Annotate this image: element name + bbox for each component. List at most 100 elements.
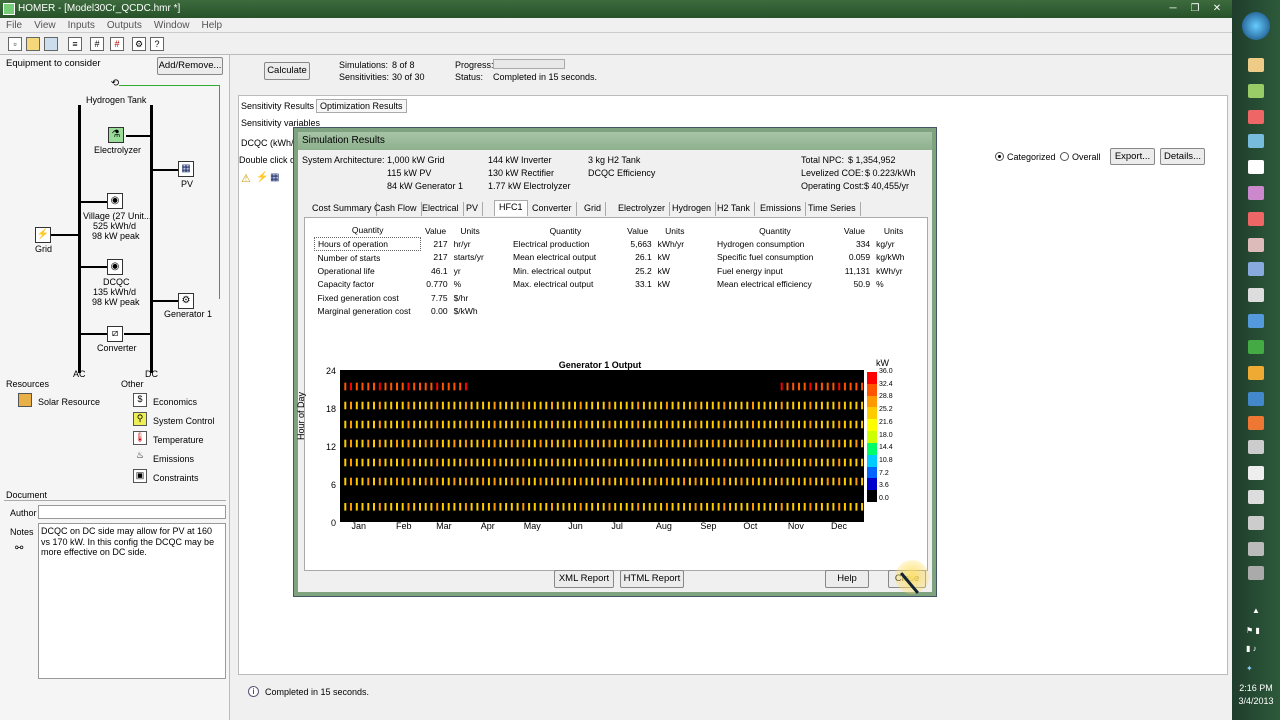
app-icon[interactable]	[1248, 212, 1264, 226]
app-icon[interactable]	[1248, 516, 1264, 530]
menu-view[interactable]: View	[28, 18, 62, 33]
firefox-icon[interactable]	[1248, 416, 1264, 430]
menu-inputs[interactable]: Inputs	[62, 18, 101, 33]
economics-icon[interactable]: $	[133, 393, 147, 407]
save-icon[interactable]	[44, 37, 58, 51]
homer-task-icon[interactable]	[1248, 466, 1264, 480]
tab-cash-flow[interactable]: Cash Flow	[370, 202, 422, 216]
app-icon[interactable]	[1248, 238, 1264, 252]
temperature-item[interactable]: Temperature	[153, 435, 204, 445]
table-icon[interactable]: #	[110, 37, 124, 51]
heatmap-cell	[786, 439, 789, 448]
minimize-icon[interactable]: ─	[1162, 2, 1184, 16]
tab-emissions[interactable]: Emissions	[756, 202, 807, 216]
emissions-item[interactable]: Emissions	[153, 454, 194, 464]
app-icon[interactable]	[1248, 366, 1264, 380]
heatmap-cell	[361, 439, 364, 448]
menu-window[interactable]: Window	[148, 18, 196, 33]
tab-time-series[interactable]: Time Series	[804, 202, 861, 216]
economics-item[interactable]: Economics	[153, 397, 197, 407]
heatmap-cell	[706, 401, 709, 410]
details-button[interactable]: Details...	[1160, 148, 1205, 165]
constraints-icon[interactable]: ▣	[133, 469, 147, 483]
tray-network-icon[interactable]: ▮ ♪	[1246, 644, 1266, 654]
app-icon[interactable]	[1248, 134, 1264, 148]
heatmap-cell	[499, 420, 502, 429]
tab-electrolyzer[interactable]: Electrolyzer	[614, 202, 671, 216]
village-load-icon[interactable]: ◉	[107, 193, 123, 209]
system-control-icon[interactable]: ⚲	[133, 412, 147, 426]
grid-icon[interactable]: ⚡	[35, 227, 51, 243]
heatmap-cell	[499, 401, 502, 410]
menu-outputs[interactable]: Outputs	[101, 18, 148, 33]
tray-bluetooth-icon[interactable]: ✦	[1246, 664, 1266, 674]
app-icon[interactable]	[1248, 186, 1264, 200]
help-icon[interactable]: ?	[150, 37, 164, 51]
tab-converter[interactable]: Converter	[528, 202, 577, 216]
table-row: Hours of operation 217 hr/yr	[313, 236, 490, 252]
heatmap-cell	[361, 458, 364, 467]
tray-expand-icon[interactable]: ▲	[1252, 606, 1262, 616]
electrolyzer-icon[interactable]: ⚗	[108, 127, 124, 143]
ie-icon[interactable]	[1248, 314, 1264, 328]
tab-grid[interactable]: Grid	[580, 202, 607, 216]
restore-icon[interactable]: ❐	[1184, 2, 1206, 16]
tab-hydrogen[interactable]: Hydrogen	[668, 202, 717, 216]
converter-icon[interactable]: ⧄	[107, 326, 123, 342]
tab-hfc1[interactable]: HFC1	[494, 200, 528, 216]
pv-icon[interactable]: ▦	[178, 161, 194, 177]
document-icon[interactable]: ≡	[68, 37, 82, 51]
tab-pv[interactable]: PV	[462, 202, 484, 216]
menu-help[interactable]: Help	[195, 18, 228, 33]
tray-flag-icon[interactable]: ⚑ ▮	[1246, 626, 1266, 636]
export-button[interactable]: Export...	[1110, 148, 1155, 165]
heatmap-cell	[849, 458, 852, 467]
dcqc-load-icon[interactable]: ◉	[107, 259, 123, 275]
grid-icon[interactable]: #	[90, 37, 104, 51]
generator-icon[interactable]: ⚙	[178, 293, 194, 309]
app-icon[interactable]	[1248, 84, 1264, 98]
app-icon[interactable]	[1248, 440, 1264, 454]
tab-optimization-results[interactable]: Optimization Results	[316, 99, 407, 113]
constraints-item[interactable]: Constraints	[153, 473, 199, 483]
app-icon[interactable]	[1248, 340, 1264, 354]
heatmap-cell	[677, 439, 680, 448]
heatmap-cell	[843, 420, 846, 429]
categorized-radio[interactable]	[995, 152, 1004, 161]
settings-icon[interactable]: ⚙	[132, 37, 146, 51]
open-folder-icon[interactable]	[26, 37, 40, 51]
overall-radio[interactable]	[1060, 152, 1069, 161]
heatmap-cell	[711, 439, 714, 448]
thermometer-icon[interactable]: 🌡	[133, 431, 147, 445]
emissions-icon[interactable]: ♨	[133, 450, 147, 464]
close-icon[interactable]: ✕	[1206, 2, 1228, 16]
glasses-icon[interactable]: ⚯	[15, 543, 31, 557]
heatmap-cell	[602, 401, 605, 410]
app-icon[interactable]	[1248, 392, 1264, 406]
html-report-button[interactable]: HTML Report	[620, 570, 684, 588]
app-icon[interactable]	[1248, 288, 1264, 302]
menu-file[interactable]: File	[0, 18, 28, 33]
author-field[interactable]	[38, 505, 226, 519]
tab-cost-summary[interactable]: Cost Summary	[308, 202, 377, 216]
new-file-icon[interactable]: ▫	[8, 37, 22, 51]
sun-icon[interactable]	[18, 393, 32, 407]
system-control-item[interactable]: System Control	[153, 416, 215, 426]
browser-icon[interactable]	[1248, 110, 1264, 124]
tab-electrical[interactable]: Electrical	[418, 202, 464, 216]
tab-sensitivity-results[interactable]: Sensitivity Results	[241, 101, 314, 111]
app-icon[interactable]	[1248, 160, 1264, 174]
help-button[interactable]: Help	[825, 570, 869, 588]
app-icon[interactable]	[1248, 542, 1264, 556]
calculate-button[interactable]: Calculate	[264, 62, 310, 80]
app-icon[interactable]	[1248, 490, 1264, 504]
heatmap-cell	[436, 420, 439, 429]
xml-report-button[interactable]: XML Report	[554, 570, 614, 588]
app-icon[interactable]	[1248, 262, 1264, 276]
notes-field[interactable]: DCQC on DC side may allow for PV at 160 …	[38, 523, 226, 679]
tab-h2-tank[interactable]: H2 Tank	[713, 202, 755, 216]
start-button-icon[interactable]	[1242, 12, 1270, 40]
solar-resource-item[interactable]: Solar Resource	[38, 397, 100, 407]
folder-icon[interactable]	[1248, 58, 1264, 72]
app-icon[interactable]	[1248, 566, 1264, 580]
